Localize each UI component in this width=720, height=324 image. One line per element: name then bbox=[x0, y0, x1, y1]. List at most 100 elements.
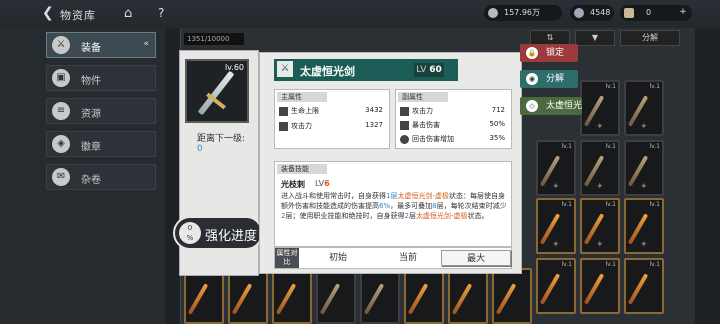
attribute-row: 攻击力 712 bbox=[400, 106, 515, 118]
star-icon: ✦ bbox=[640, 122, 648, 132]
weapon-icon bbox=[495, 283, 517, 315]
attribute-row: 生命上限 3432 bbox=[279, 106, 393, 118]
sidebar-item-badges[interactable]: ◈ 徽章 bbox=[46, 131, 156, 157]
inventory-slot[interactable]: lv.1 bbox=[624, 258, 664, 314]
inventory-slot[interactable]: lv.1 ✦ bbox=[624, 198, 664, 254]
sidebar-item-label: 杂卷 bbox=[81, 175, 101, 186]
inventory-slot[interactable]: lv.1 ✦ bbox=[536, 140, 576, 196]
inventory-slot[interactable]: lv.1 ✦ bbox=[536, 198, 576, 254]
skill-text: 进入战斗和使用常击时，自身获得 bbox=[281, 192, 386, 200]
skill-highlight: 1层 bbox=[386, 192, 398, 200]
decompose-icon: ◉ bbox=[526, 73, 538, 85]
compare-tab-max[interactable]: 最大 bbox=[441, 250, 511, 266]
compare-label: 属性对比 bbox=[275, 248, 299, 268]
inventory-slot[interactable]: lv.1 ✦ bbox=[580, 140, 620, 196]
inventory-slot[interactable] bbox=[272, 268, 312, 324]
skill-title: 装备技能 bbox=[277, 164, 327, 174]
decompose-tab[interactable]: 分解 bbox=[620, 30, 680, 46]
lock-button[interactable]: 🔒 锁定 bbox=[520, 44, 578, 62]
sidebar-item-misc[interactable]: ✉ 杂卷 bbox=[46, 164, 156, 190]
back-arrow-icon[interactable]: ❮ bbox=[42, 6, 60, 20]
currency-gem-value: 4548 bbox=[590, 8, 611, 17]
inventory-slot[interactable] bbox=[184, 268, 224, 324]
slot-level: lv.1 bbox=[561, 143, 572, 150]
weapon-icon bbox=[451, 283, 473, 315]
distance-label: 距离下一级: bbox=[197, 134, 246, 144]
slot-level: lv.1 bbox=[605, 201, 616, 208]
compare-tab-current[interactable]: 当前 bbox=[373, 250, 443, 266]
sword-icon bbox=[197, 70, 235, 116]
weapon-icon bbox=[319, 283, 341, 315]
distance-value: 0 bbox=[197, 144, 203, 154]
inventory-slot[interactable]: lv.1 ✦ bbox=[624, 140, 664, 196]
skill-text: ，最多可叠加 bbox=[390, 202, 433, 210]
skill-name: 光枝刺 bbox=[281, 180, 305, 189]
books-icon: ≡ bbox=[52, 102, 70, 120]
slot-level: lv.1 bbox=[649, 83, 660, 90]
sidebar-item-label: 资源 bbox=[81, 109, 101, 120]
weapon-icon bbox=[363, 283, 385, 315]
currency-coin: 157.96万 bbox=[484, 5, 562, 21]
inventory-slot[interactable]: lv.1 bbox=[580, 258, 620, 314]
star-icon: ✦ bbox=[596, 182, 604, 192]
star-icon: ✦ bbox=[596, 240, 604, 250]
skill-highlight: 6% bbox=[379, 202, 391, 210]
main-attributes-title: 主属性 bbox=[277, 92, 327, 102]
home-icon[interactable]: ⌂ bbox=[124, 6, 132, 21]
skill-text: 层，每轮次结束时减少 bbox=[436, 202, 507, 210]
attribute-name: 攻击力 bbox=[412, 107, 433, 115]
crossed-swords-icon bbox=[279, 121, 288, 131]
sidebar-item-label: 徽章 bbox=[81, 142, 101, 153]
question-icon[interactable]: ? bbox=[158, 6, 164, 20]
currency-gem: 4548 bbox=[570, 5, 614, 21]
inventory-slot[interactable]: lv.1 ✦ bbox=[580, 198, 620, 254]
progress-percent: 0 % bbox=[179, 222, 201, 244]
inventory-slot[interactable]: lv.1 ✦ bbox=[580, 80, 620, 136]
sword-icon: ⚔ bbox=[277, 61, 293, 77]
attribute-name: 生命上限 bbox=[291, 107, 319, 115]
inventory-slot[interactable] bbox=[316, 268, 356, 324]
slot-level: lv.1 bbox=[605, 261, 616, 268]
inventory-slot[interactable]: lv.1 ✦ bbox=[624, 80, 664, 136]
level-value: 60 bbox=[429, 65, 442, 75]
box-icon: ▣ bbox=[52, 69, 70, 87]
slot-level: lv.1 bbox=[649, 261, 660, 268]
inventory-slot[interactable] bbox=[228, 268, 268, 324]
inventory-slot[interactable]: lv.1 bbox=[536, 258, 576, 314]
eye-icon: ◇ bbox=[526, 100, 538, 112]
enhance-progress-label: 强化进度 bbox=[205, 229, 258, 244]
sidebar-item-items[interactable]: ▣ 物件 bbox=[46, 65, 156, 91]
inventory-slot[interactable] bbox=[492, 268, 532, 324]
attribute-row: 回击伤害增加 35% bbox=[400, 134, 515, 146]
item-level-tag: lv.60 bbox=[224, 63, 244, 72]
inventory-slot[interactable] bbox=[360, 268, 400, 324]
weapon-icon bbox=[275, 283, 297, 315]
skill-text: 层 bbox=[408, 212, 416, 220]
skill-description: 进入战斗和使用常击时，自身获得1层太虚恒光剑-虚极状态：每层使自身额外伤害和技能… bbox=[281, 191, 507, 221]
sub-attributes-box: 副属性 攻击力 712 暴击伤害 50% 回击伤害增加 35% bbox=[395, 89, 512, 149]
coin-icon bbox=[488, 8, 498, 18]
attribute-name: 暴击伤害 bbox=[412, 121, 440, 129]
sidebar-item-equipment[interactable]: ⚔ 装备 « bbox=[46, 32, 156, 58]
attribute-name: 回击伤害增加 bbox=[412, 135, 454, 143]
add-currency-button[interactable]: + bbox=[677, 7, 689, 19]
decompose-button[interactable]: ◉ 分解 bbox=[520, 70, 578, 88]
attribute-value: 50% bbox=[489, 120, 505, 128]
sidebar-item-resources[interactable]: ≡ 资源 bbox=[46, 98, 156, 124]
compare-tab-initial[interactable]: 初始 bbox=[303, 250, 373, 266]
skill-level-value: 6 bbox=[324, 179, 330, 188]
decompose-tab-label: 分解 bbox=[642, 33, 658, 42]
inventory-slot[interactable] bbox=[404, 268, 444, 324]
inventory-slot[interactable] bbox=[448, 268, 488, 324]
sidebar-item-label: 装备 bbox=[81, 43, 101, 54]
name-tag-button[interactable]: ◇ 太虚恒光 bbox=[520, 97, 582, 115]
sub-attributes-title: 副属性 bbox=[398, 92, 448, 102]
item-icon: lv.60 bbox=[185, 59, 249, 123]
skill-highlight: 太虚恒光剑-虚极 bbox=[415, 212, 468, 220]
attribute-row: 暴击伤害 50% bbox=[400, 120, 515, 132]
main-attributes-box: 主属性 生命上限 3432 攻击力 1327 bbox=[274, 89, 390, 149]
filter-icon[interactable]: ▼ bbox=[575, 30, 615, 46]
skill-highlight: 太虚恒光剑-虚极 bbox=[397, 192, 449, 200]
lock-label: 锁定 bbox=[546, 48, 565, 58]
enhance-progress-button[interactable]: 0 % 强化进度 bbox=[173, 216, 263, 250]
